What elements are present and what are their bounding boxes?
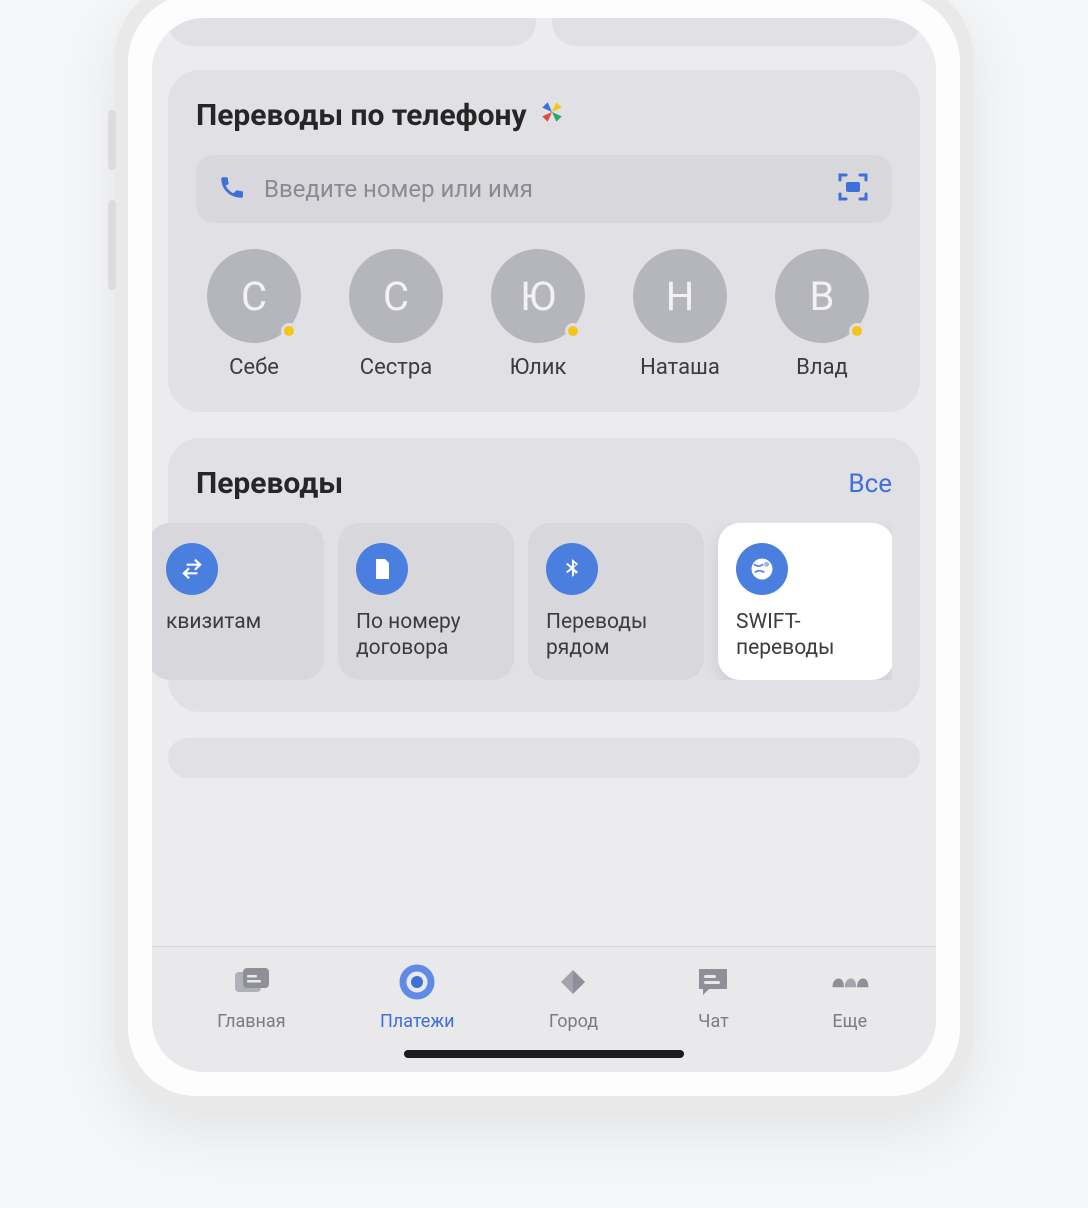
transfer-tile[interactable]: Переводы рядом — [528, 523, 704, 680]
card-header: Переводы Все — [196, 466, 892, 501]
card-header: Переводы по телефону — [196, 98, 892, 133]
tab-chat[interactable]: Чат — [692, 961, 734, 1032]
sbp-icon — [539, 98, 565, 133]
city-icon — [552, 961, 594, 1003]
avatar-initial: Н — [666, 273, 695, 320]
avatar-initial: В — [810, 273, 835, 320]
document-icon — [356, 543, 408, 595]
phone-transfers-card: Переводы по телефону — [168, 70, 920, 412]
tab-label: Еще — [832, 1011, 867, 1032]
bluetooth-icon — [546, 543, 598, 595]
contact-item[interactable]: В Влад — [764, 249, 880, 380]
transfer-tile[interactable]: По номеру договора — [338, 523, 514, 680]
tab-label: Чат — [698, 1011, 729, 1032]
device-frame: Переводы по телефону — [114, 0, 974, 1110]
phone-search-field[interactable]: +7 — [196, 155, 892, 223]
contact-name: Влад — [796, 355, 848, 380]
content-scroll[interactable]: Переводы по телефону — [152, 18, 936, 946]
chat-icon — [692, 961, 734, 1003]
contact-name: Юлик — [510, 355, 567, 380]
transfer-tile[interactable]: квизитам — [152, 523, 324, 680]
tab-city[interactable]: Город — [549, 961, 598, 1032]
avatar: С — [349, 249, 443, 343]
contact-name: Сестра — [360, 355, 432, 380]
svg-text:+7: +7 — [849, 183, 858, 192]
phone-icon — [218, 173, 246, 205]
stub-row — [168, 18, 920, 46]
tab-label: Главная — [217, 1011, 285, 1032]
transfers-title-wrap: Переводы — [196, 466, 343, 501]
tab-more[interactable]: Еще — [829, 961, 871, 1032]
stub-card — [552, 18, 920, 46]
contact-item[interactable]: Ю Юлик — [480, 249, 596, 380]
screen: Переводы по телефону — [152, 18, 936, 1072]
tab-payments[interactable]: Платежи — [380, 961, 455, 1032]
transfer-tile-swift[interactable]: SWIFT-переводы — [718, 523, 892, 680]
phone-search-input[interactable] — [264, 175, 818, 203]
card-title: Переводы по телефону — [196, 98, 565, 133]
status-badge — [281, 323, 297, 339]
avatar: С — [207, 249, 301, 343]
tab-home[interactable]: Главная — [217, 961, 285, 1032]
avatar: Ю — [491, 249, 585, 343]
status-badge — [849, 323, 865, 339]
contact-item[interactable]: С Себе — [196, 249, 312, 380]
card-peek — [168, 738, 920, 778]
contact-item[interactable]: С Сестра — [338, 249, 454, 380]
device-side-button — [108, 110, 116, 170]
tab-label: Платежи — [380, 1011, 455, 1032]
stub-card — [168, 18, 536, 46]
all-link[interactable]: Все — [848, 469, 892, 499]
scan-icon[interactable]: +7 — [836, 170, 870, 208]
avatar-initial: С — [383, 273, 409, 320]
tile-label: По номеру договора — [356, 609, 496, 662]
device-side-button — [108, 200, 116, 290]
avatar-initial: Ю — [520, 273, 556, 320]
phone-transfers-title: Переводы по телефону — [196, 98, 527, 133]
tile-label: квизитам — [166, 609, 306, 635]
transfer-tiles-row[interactable]: квизитам По номеру договора — [152, 523, 892, 680]
tab-label: Город — [549, 1011, 598, 1032]
transfers-card: Переводы Все квизитам — [168, 438, 920, 712]
stage: Переводы по телефону — [0, 0, 1088, 1208]
more-icon — [829, 961, 871, 1003]
device-inner: Переводы по телефону — [128, 0, 960, 1096]
status-badge — [565, 323, 581, 339]
avatar: Н — [633, 249, 727, 343]
payments-icon — [396, 961, 438, 1003]
contact-name: Наташа — [640, 355, 720, 380]
tile-label: SWIFT-переводы — [736, 609, 876, 662]
avatar-initial: С — [241, 273, 267, 320]
arrows-icon — [166, 543, 218, 595]
tile-label: Переводы рядом — [546, 609, 686, 662]
contact-name: Себе — [229, 355, 279, 380]
home-icon — [230, 961, 272, 1003]
contact-item[interactable]: Н Наташа — [622, 249, 738, 380]
contacts-row[interactable]: С Себе С Сестра — [196, 249, 892, 380]
home-indicator[interactable] — [404, 1050, 684, 1058]
avatar: В — [775, 249, 869, 343]
globe-icon — [736, 543, 788, 595]
tabbar: Главная Платежи Город — [152, 946, 936, 1072]
transfers-title: Переводы — [196, 466, 343, 501]
